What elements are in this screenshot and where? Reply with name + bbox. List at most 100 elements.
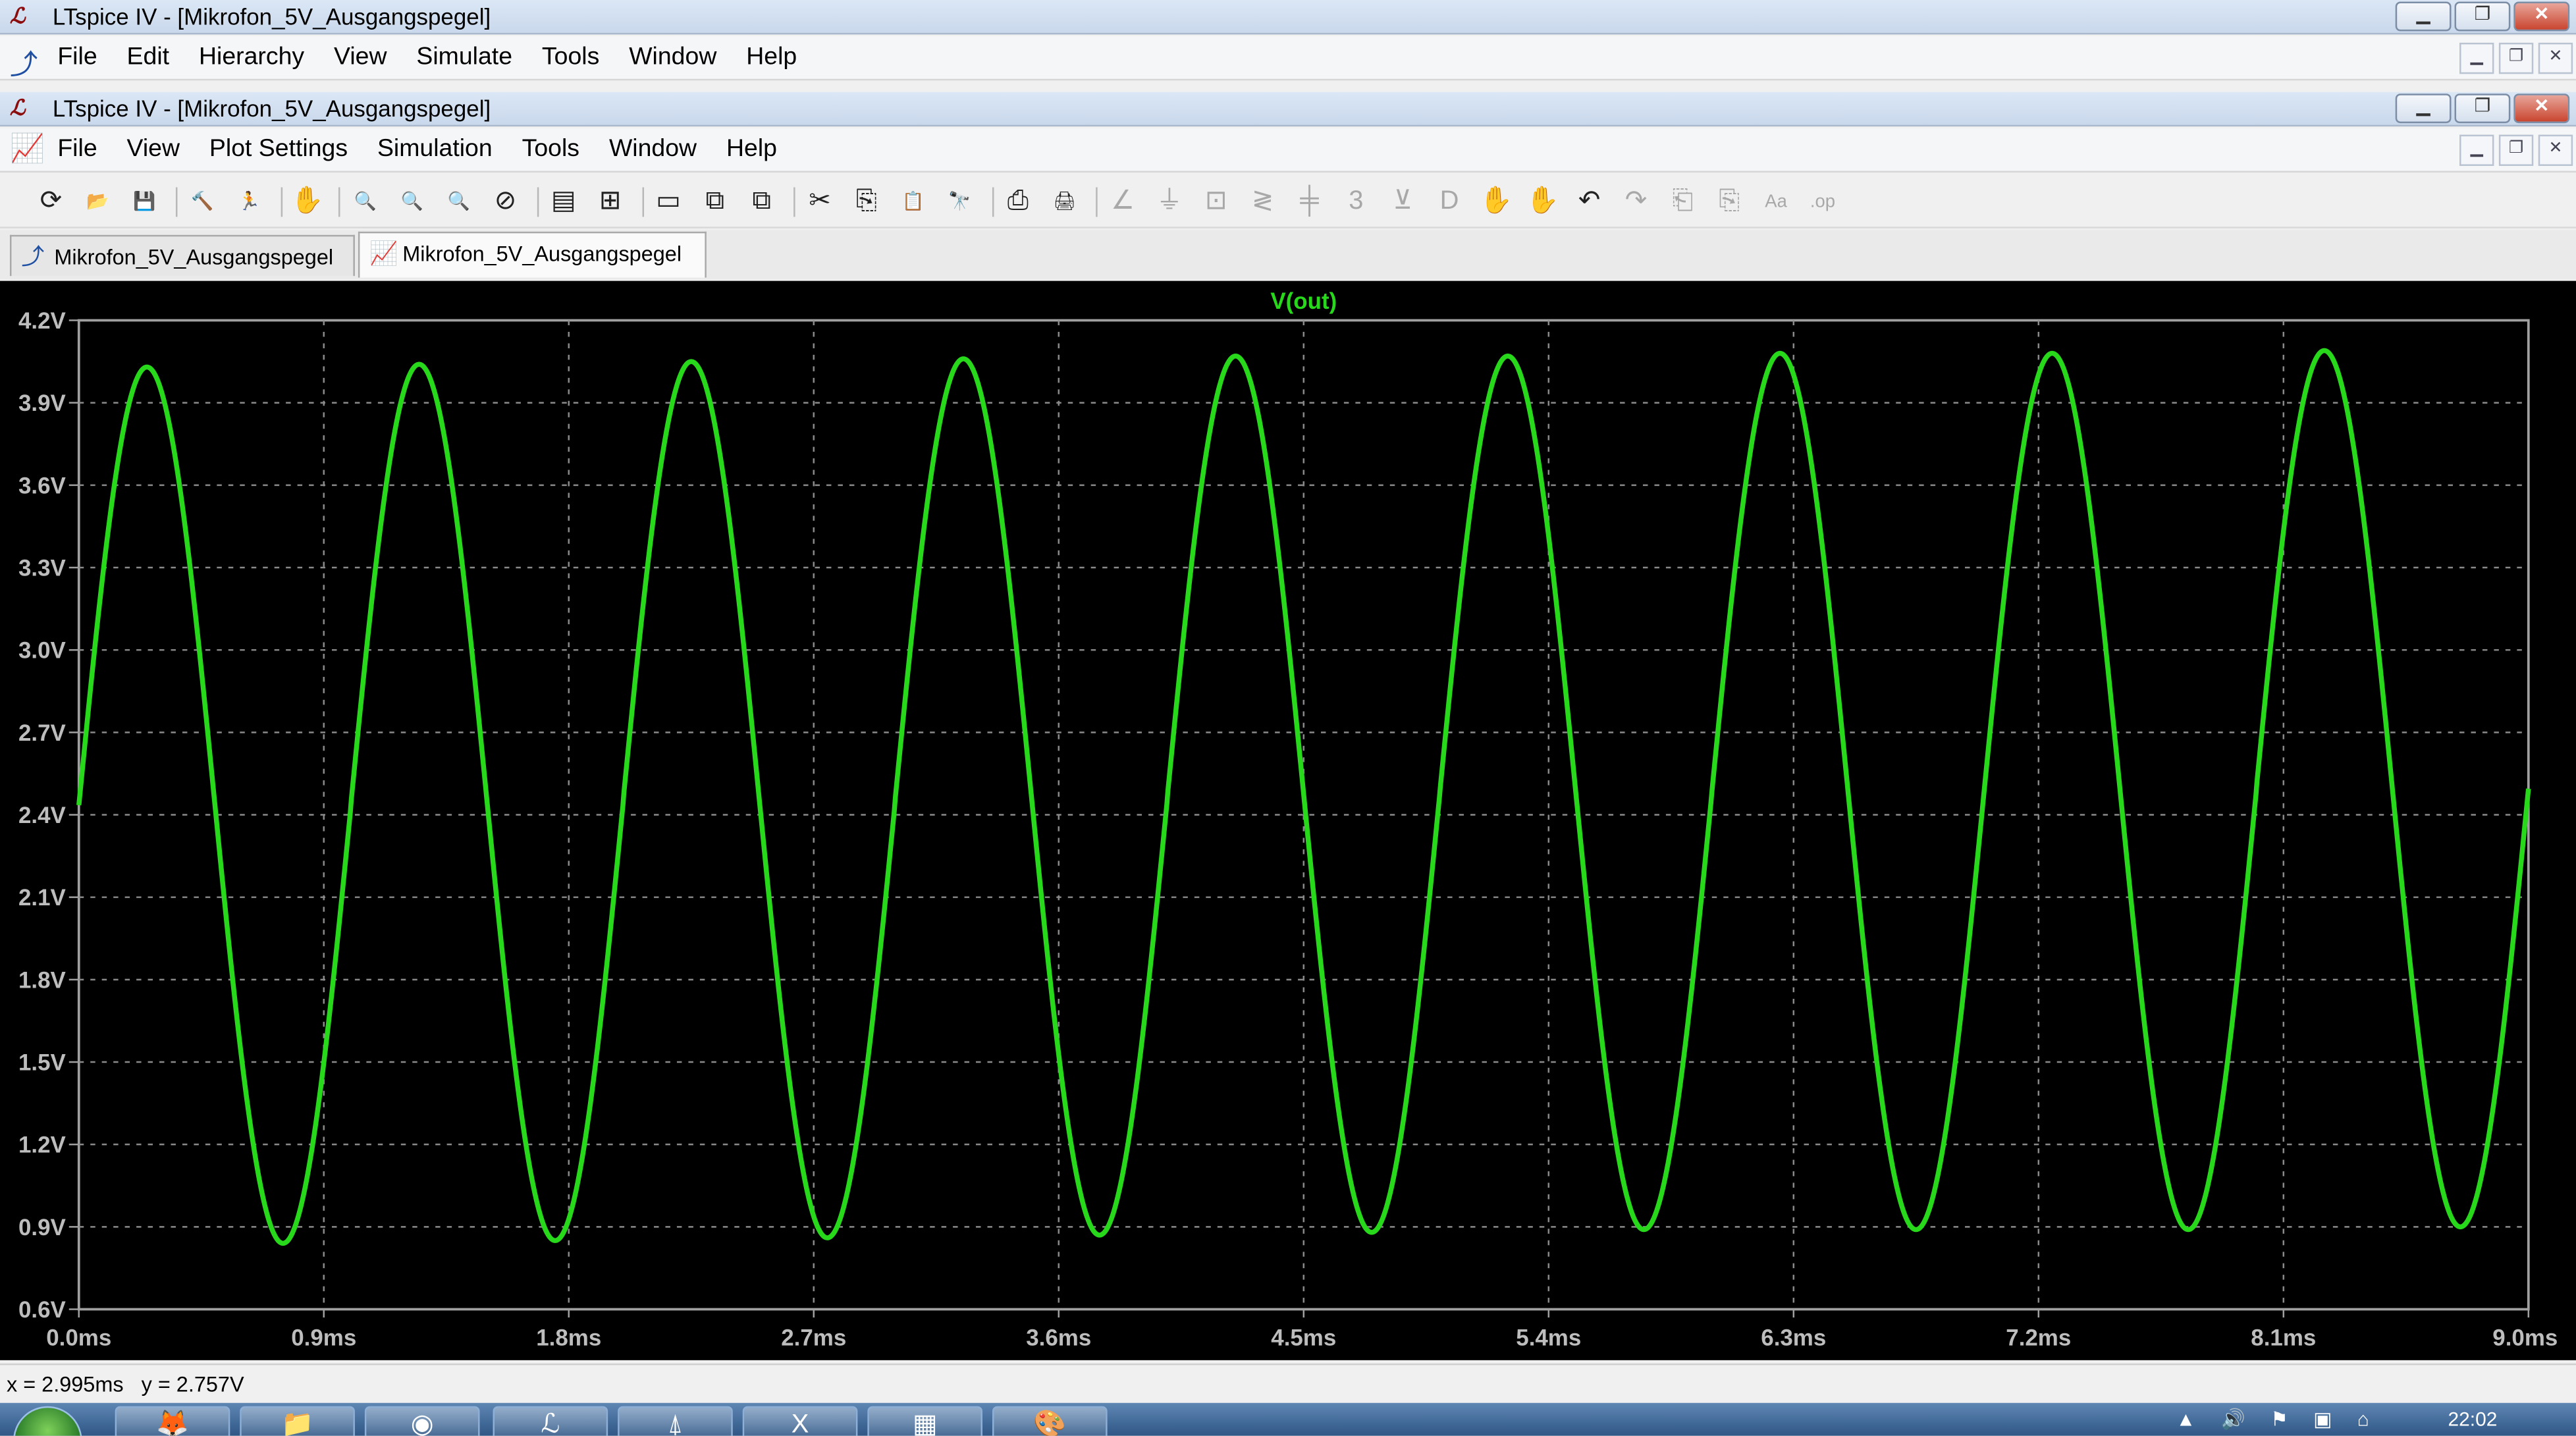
outer-window-title: LTspice IV - [Mikrofon_5V_Ausgangspegel] [52, 3, 491, 30]
minimize-button[interactable]: ▁ [2395, 1, 2452, 32]
component-icon[interactable]: D [1432, 184, 1468, 220]
control-panel-icon[interactable]: 🔨 [184, 184, 221, 220]
paint-icon[interactable]: 🎨 [992, 1406, 1108, 1436]
explorer-icon[interactable]: 📁 [240, 1406, 355, 1436]
menu-hierarchy[interactable]: Hierarchy [197, 43, 306, 70]
tab-waveform[interactable]: 📈 Mikrofon_5V_Ausgangspegel [358, 231, 707, 278]
firefox-icon[interactable]: 🦊 [115, 1406, 230, 1436]
menu-window[interactable]: Window [607, 135, 698, 163]
inner-minimize-button[interactable]: ▁ [2395, 93, 2452, 124]
spice-directive-icon[interactable]: .op [1804, 184, 1840, 220]
y-tick-label: 3.6V [18, 473, 67, 498]
mdi-restore-button[interactable]: ❐ [2498, 42, 2534, 74]
menu-plot-settings[interactable]: Plot Settings [207, 135, 349, 163]
copy-icon[interactable]: ⎘ [848, 184, 884, 220]
waveform-chart[interactable]: 0.0ms 0.9ms 1.8ms 2.7ms 3.6ms 4.5ms 5.4ms 6.3ms… [0, 281, 2576, 1360]
diode-icon[interactable]: ⊻ [1385, 184, 1421, 220]
toolbar-separator [793, 187, 795, 217]
menu-file[interactable]: File [56, 43, 99, 70]
run-icon[interactable]: ⟳ [33, 184, 69, 220]
zoom-out-icon[interactable]: 🔍 [441, 184, 477, 220]
y-tick-label: 3.0V [18, 638, 67, 664]
y-tick-label: 0.9V [18, 1215, 67, 1240]
ground-icon[interactable]: ⏚ [1151, 184, 1187, 220]
inner-maximize-button[interactable]: ❐ [2454, 93, 2511, 124]
tab-label: Mikrofon_5V_Ausgangspegel [402, 241, 682, 267]
calc-icon[interactable]: ▦ [867, 1406, 983, 1436]
cut-icon[interactable]: ✂ [802, 184, 838, 220]
menu-help[interactable]: Help [745, 43, 799, 70]
label-net-icon[interactable]: ⊡ [1198, 184, 1234, 220]
menu-view[interactable]: View [333, 43, 389, 70]
menu-simulation[interactable]: Simulation [375, 135, 494, 163]
inner-title-bar[interactable]: ℒ LTspice IV - [Mikrofon_5V_Ausgangspege… [0, 92, 2576, 127]
undo-icon[interactable]: ↶ [1571, 184, 1607, 220]
tab-schematic[interactable]: ⤴ Mikrofon_5V_Ausgangspegel [9, 234, 355, 277]
mirror-icon[interactable]: ⎘ [1711, 184, 1748, 220]
x-tick-label: 1.8ms [536, 1325, 601, 1350]
acrobat-icon[interactable]: ⍋ [618, 1406, 733, 1436]
tab-label: Mikrofon_5V_Ausgangspegel [54, 244, 334, 270]
tray-icons[interactable]: ▲ 🔊 ⚑ ▣ ⌂ [2176, 1408, 2379, 1431]
pan-icon[interactable]: ✋ [289, 184, 325, 220]
status-bar: x = 2.995ms y = 2.757V [0, 1363, 2576, 1405]
restore-icon: ❐ [2474, 5, 2491, 25]
mdi-close-button[interactable]: ✕ [2538, 134, 2573, 166]
move-icon[interactable]: ✋ [1478, 184, 1514, 220]
mdi-minimize-button[interactable]: ▁ [2459, 42, 2494, 74]
zoom-in-icon[interactable]: 🔍 [394, 184, 430, 220]
menu-window[interactable]: Window [628, 43, 718, 70]
close-icon: ✕ [2534, 5, 2550, 25]
paste-icon[interactable]: 📋 [895, 184, 931, 220]
tile-vertical-icon[interactable]: ⧉ [743, 184, 780, 220]
tray-clock[interactable]: 22:02 [2448, 1408, 2497, 1431]
run-simulation-icon[interactable]: 🏃 [231, 184, 267, 220]
toolbar-separator [991, 187, 994, 217]
mdi-minimize-button[interactable]: ▁ [2459, 134, 2494, 166]
tile-horizontal-icon[interactable]: ▭ [651, 184, 687, 220]
waveform-menu-bar: 📈 File View Plot Settings Simulation Tools Wi… [0, 128, 2576, 173]
excel-icon[interactable]: X [742, 1406, 858, 1436]
cascade-icon[interactable]: ⧉ [697, 184, 733, 220]
print-setup-icon[interactable]: ⎙ [1000, 184, 1036, 220]
x-tick-label: 0.0ms [46, 1325, 111, 1350]
inner-close-button[interactable]: ✕ [2513, 93, 2570, 124]
outer-title-bar[interactable]: ℒ LTspice IV - [Mikrofon_5V_Ausgangspege… [0, 0, 2576, 35]
print-icon[interactable]: 🖨 [1046, 184, 1083, 220]
wire-icon[interactable]: ∠ [1105, 184, 1141, 220]
toolbar-separator [1096, 187, 1098, 217]
zoom-fit-icon[interactable]: ⊘ [487, 184, 523, 220]
windows-start-icon[interactable] [13, 1406, 82, 1436]
y-tick-label: 1.2V [18, 1132, 67, 1158]
menu-edit[interactable]: Edit [125, 43, 171, 70]
add-trace-icon[interactable]: ⊞ [592, 184, 628, 220]
ltspice-task-icon[interactable]: ℒ [493, 1406, 608, 1436]
menu-tools[interactable]: Tools [540, 43, 601, 70]
capacitor-icon[interactable]: ╪ [1291, 184, 1328, 220]
autorange-icon[interactable]: ▤ [545, 184, 581, 220]
waveform-plot[interactable]: 0.0ms 0.9ms 1.8ms 2.7ms 3.6ms 4.5ms 5.4ms 6.3ms… [0, 280, 2576, 1360]
open-icon[interactable]: 📂 [80, 184, 116, 220]
mdi-restore-button[interactable]: ❐ [2498, 134, 2534, 166]
drag-icon[interactable]: ✋ [1524, 184, 1561, 220]
trace-legend: V(out) [1270, 288, 1337, 314]
mdi-close-button[interactable]: ✕ [2538, 42, 2573, 74]
find-icon[interactable]: 🔭 [942, 184, 978, 220]
resistor-icon[interactable]: ≷ [1245, 184, 1281, 220]
menu-view[interactable]: View [125, 135, 181, 163]
minimize-icon: ▁ [2416, 97, 2430, 117]
rotate-icon[interactable]: ⎗ [1665, 184, 1701, 220]
menu-file[interactable]: File [56, 135, 99, 163]
menu-tools[interactable]: Tools [520, 135, 581, 163]
text-icon[interactable]: Aa [1758, 184, 1794, 220]
chrome-icon[interactable]: ◉ [364, 1406, 480, 1436]
menu-help[interactable]: Help [724, 135, 778, 163]
close-button[interactable]: ✕ [2513, 1, 2570, 32]
zoom-area-icon[interactable]: 🔍 [347, 184, 383, 220]
inductor-icon[interactable]: 3 [1338, 184, 1374, 220]
document-tabs: ⤴ Mikrofon_5V_Ausgangspegel 📈 Mikrofon_5V_… [0, 230, 2576, 280]
save-icon[interactable]: 💾 [126, 184, 163, 220]
menu-simulate[interactable]: Simulate [415, 43, 514, 70]
maximize-button[interactable]: ❐ [2454, 1, 2511, 32]
redo-icon[interactable]: ↷ [1618, 184, 1654, 220]
